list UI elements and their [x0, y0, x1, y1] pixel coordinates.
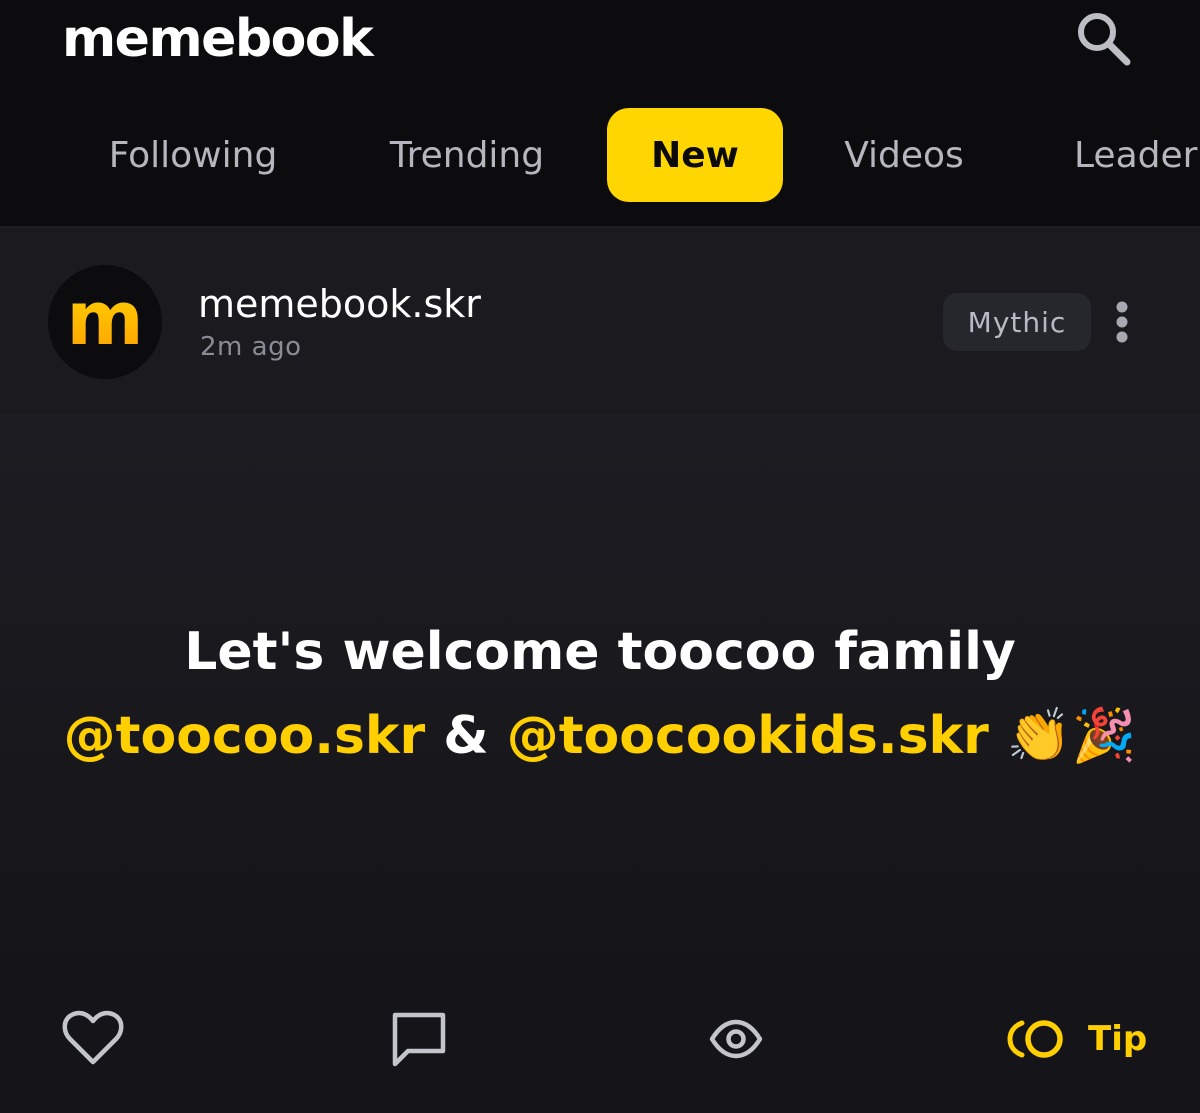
post-text: Let's welcome toocoo family @toocoo.skr …: [0, 610, 1200, 778]
post-body[interactable]: Let's welcome toocoo family @toocoo.skr …: [0, 414, 1200, 974]
mention-toocoo[interactable]: @toocoo.skr: [64, 706, 426, 766]
mention-toocookids[interactable]: @toocookids.skr: [507, 706, 989, 766]
avatar-logo: m: [66, 276, 143, 362]
avatar-letter: m: [66, 276, 143, 362]
more-vertical-icon: [1116, 301, 1128, 343]
more-options-button[interactable]: [1104, 298, 1140, 346]
tab-trending[interactable]: Trending: [350, 108, 584, 202]
tab-following[interactable]: Following: [60, 108, 326, 202]
tip-button[interactable]: Tip: [1006, 1004, 1147, 1074]
top-header: memebook Following Trending New Videos L…: [0, 0, 1200, 228]
search-icon: [1078, 13, 1131, 66]
tip-label: Tip: [1088, 1019, 1148, 1059]
post-text-line2: @toocoo.skr & @toocookids.skr 👏🎉: [0, 694, 1200, 778]
coin-icon: [1007, 1020, 1063, 1058]
mention-joiner: &: [425, 706, 507, 766]
search-button[interactable]: [1068, 6, 1138, 70]
tab-leaderboard[interactable]: Leaderb: [1074, 108, 1200, 202]
post-timestamp: 2m ago: [200, 332, 302, 362]
rank-badge: Mythic: [943, 293, 1091, 351]
views-button[interactable]: [708, 1004, 764, 1074]
like-button[interactable]: [62, 1004, 124, 1074]
comment-button[interactable]: [390, 1004, 448, 1074]
tab-new[interactable]: New: [607, 108, 783, 202]
tab-videos[interactable]: Videos: [805, 108, 1003, 202]
post-author[interactable]: memebook.skr: [198, 278, 481, 330]
avatar[interactable]: m: [48, 265, 162, 379]
heart-icon: [62, 1010, 124, 1065]
post-action-bar: Tip: [0, 974, 1200, 1113]
post-text-line1: Let's welcome toocoo family: [184, 622, 1016, 682]
comment-icon: [392, 1012, 446, 1067]
feed-tabs: Following Trending New Videos Leaderb: [0, 108, 1200, 204]
app-logo[interactable]: memebook: [62, 4, 374, 74]
emoji-group: 👏🎉: [1006, 706, 1137, 766]
post-header: m memebook.skr 2m ago Mythic: [0, 228, 1200, 414]
eye-icon: [709, 1019, 763, 1059]
app-root: memebook Following Trending New Videos L…: [0, 0, 1200, 1113]
